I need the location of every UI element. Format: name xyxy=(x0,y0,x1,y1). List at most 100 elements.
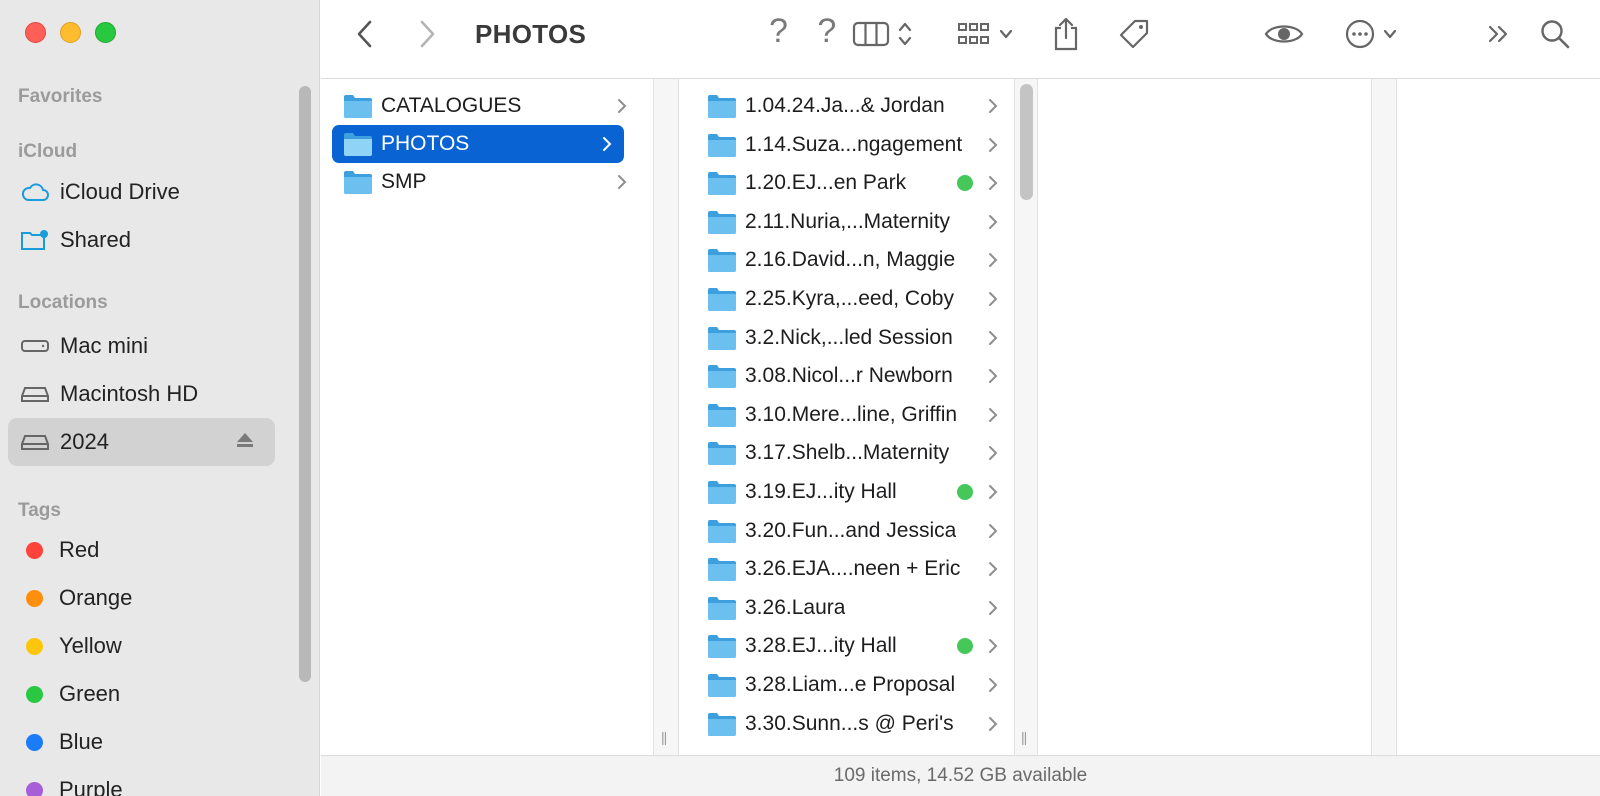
list-item[interactable]: 3.26.EJA....neen + Eric xyxy=(707,550,1010,588)
share-icon xyxy=(1054,17,1078,51)
sidebar-item-tag-green[interactable]: Green xyxy=(8,670,275,718)
chevron-right-icon xyxy=(989,369,998,384)
green-tag-dot xyxy=(957,484,973,500)
folder-icon xyxy=(708,635,736,659)
list-item[interactable]: 3.28.EJ...ity Hall xyxy=(707,627,1010,665)
more-toolbar-items-button[interactable] xyxy=(1481,14,1517,54)
sidebar-heading-icloud: iCloud xyxy=(18,141,78,162)
sidebar-item-2024[interactable]: 2024 xyxy=(8,418,275,466)
folder-icon xyxy=(708,403,736,427)
close-window-button[interactable] xyxy=(25,22,46,43)
sidebar: Favorites iCloud iCloud Drive Shared Loc… xyxy=(0,0,320,796)
list-item[interactable]: SMP xyxy=(339,163,639,201)
view-mode-button[interactable] xyxy=(847,14,919,54)
chevron-right-icon xyxy=(989,407,998,422)
status-bar: 109 items, 14.52 GB available xyxy=(321,755,1600,796)
sidebar-item-tag-orange[interactable]: Orange xyxy=(8,574,275,622)
grid-group-icon xyxy=(958,23,989,44)
list-item[interactable]: 3.08.Nicol...r Newborn xyxy=(707,357,1010,395)
chevron-down-icon xyxy=(999,29,1013,39)
sidebar-item-label: iCloud Drive xyxy=(60,179,180,204)
list-item[interactable]: 3.30.Sunn...s @ Peri's xyxy=(707,705,1010,743)
chevron-right-icon xyxy=(989,176,998,191)
chevron-right-icon xyxy=(989,292,998,306)
tag-dot-icon xyxy=(26,685,43,703)
share-button[interactable] xyxy=(1046,14,1086,54)
list-item[interactable]: 3.20.Fun...and Jessica xyxy=(707,512,1010,550)
chevron-right-icon xyxy=(989,600,998,615)
back-button[interactable] xyxy=(349,14,381,54)
minimize-window-button[interactable] xyxy=(60,22,81,43)
drive-icon xyxy=(20,429,52,455)
eject-icon[interactable] xyxy=(235,430,255,456)
forward-button[interactable] xyxy=(411,14,443,54)
drive-icon xyxy=(20,381,52,407)
help-marks: ? ? xyxy=(769,12,847,50)
list-item[interactable]: 2.11.Nuria,...Maternity xyxy=(707,203,1010,241)
column-scrollbar[interactable] xyxy=(1020,84,1033,200)
chevron-right-icon xyxy=(989,253,998,268)
folder-icon xyxy=(708,95,736,118)
list-item[interactable]: CATALOGUES xyxy=(339,87,639,125)
sidebar-item-shared[interactable]: Shared xyxy=(8,216,275,264)
sidebar-scrollbar[interactable] xyxy=(299,86,311,682)
sidebar-heading-favorites: Favorites xyxy=(18,86,103,107)
column-resize-handle[interactable]: || xyxy=(1021,729,1027,745)
folder-icon xyxy=(708,519,736,543)
chevron-right-icon xyxy=(989,137,998,152)
sidebar-item-label: Green xyxy=(59,681,121,706)
list-item[interactable]: 3.19.EJ...ity Hall xyxy=(707,473,1010,511)
window-title: PHOTOS xyxy=(475,19,587,49)
folder-icon xyxy=(708,674,736,697)
sidebar-item-tag-blue[interactable]: Blue xyxy=(8,718,275,766)
sidebar-item-mac-mini[interactable]: Mac mini xyxy=(8,322,275,370)
sidebar-item-tag-red[interactable]: Red xyxy=(8,526,275,574)
column-resize-handle[interactable]: || xyxy=(661,729,667,745)
chevron-right-icon xyxy=(989,99,998,113)
sidebar-item-tag-yellow[interactable]: Yellow xyxy=(8,622,275,670)
list-item[interactable]: 3.28.Liam...e Proposal xyxy=(707,666,1010,704)
folder-icon xyxy=(708,249,736,273)
chevron-right-icon xyxy=(989,716,998,731)
list-item[interactable]: 3.17.Shelb...Maternity xyxy=(707,434,1010,472)
sidebar-item-label: Orange xyxy=(59,585,133,610)
sidebar-item-icloud-drive[interactable]: iCloud Drive xyxy=(8,168,275,216)
sidebar-item-label: Purple xyxy=(59,777,123,796)
sidebar-item-tag-purple[interactable]: Purple xyxy=(8,766,275,796)
list-item[interactable]: 3.10.Mere...line, Griffin xyxy=(707,396,1010,434)
sidebar-item-macintosh-hd[interactable]: Macintosh HD xyxy=(8,370,275,418)
folder-icon xyxy=(708,442,736,466)
list-item[interactable]: 2.16.David...n, Maggie xyxy=(707,241,1010,279)
chevron-right-icon xyxy=(989,562,998,577)
sidebar-heading-tags: Tags xyxy=(18,500,61,521)
sidebar-item-label: Shared xyxy=(60,227,131,252)
sidebar-item-label: Blue xyxy=(59,729,104,754)
cloud-icon xyxy=(20,179,52,205)
list-item[interactable]: 3.26.Laura xyxy=(707,589,1010,627)
sidebar-item-label: Yellow xyxy=(59,633,122,658)
list-item[interactable]: 1.04.24.Ja...& Jordan xyxy=(707,87,1010,125)
sidebar-heading-locations: Locations xyxy=(18,292,108,313)
folder-icon xyxy=(344,171,372,194)
list-item-selected[interactable]: PHOTOS xyxy=(332,125,624,163)
eye-icon xyxy=(1264,25,1304,43)
action-button[interactable] xyxy=(1339,14,1403,54)
quick-look-button[interactable] xyxy=(1262,14,1306,54)
list-item[interactable]: 1.20.EJ...en Park xyxy=(707,164,1010,202)
group-button[interactable] xyxy=(949,14,1021,54)
list-item[interactable]: 1.14.Suza...ngagement xyxy=(707,126,1010,164)
double-chevron-right-icon xyxy=(1488,25,1508,43)
chevron-down-icon xyxy=(1383,29,1397,39)
folder-icon xyxy=(708,481,736,504)
search-button[interactable] xyxy=(1535,14,1575,54)
folder-icon xyxy=(344,133,372,156)
zoom-window-button[interactable] xyxy=(95,22,116,43)
list-item[interactable]: 3.2.Nick,...led Session xyxy=(707,319,1010,357)
window-controls xyxy=(25,22,116,43)
tags-button[interactable] xyxy=(1114,14,1154,54)
mac-mini-icon xyxy=(20,333,52,359)
folder-icon xyxy=(708,326,736,350)
list-item[interactable]: 2.25.Kyra,...eed, Coby xyxy=(707,280,1010,318)
tag-dot-icon xyxy=(26,541,43,559)
folder-icon xyxy=(708,210,736,234)
